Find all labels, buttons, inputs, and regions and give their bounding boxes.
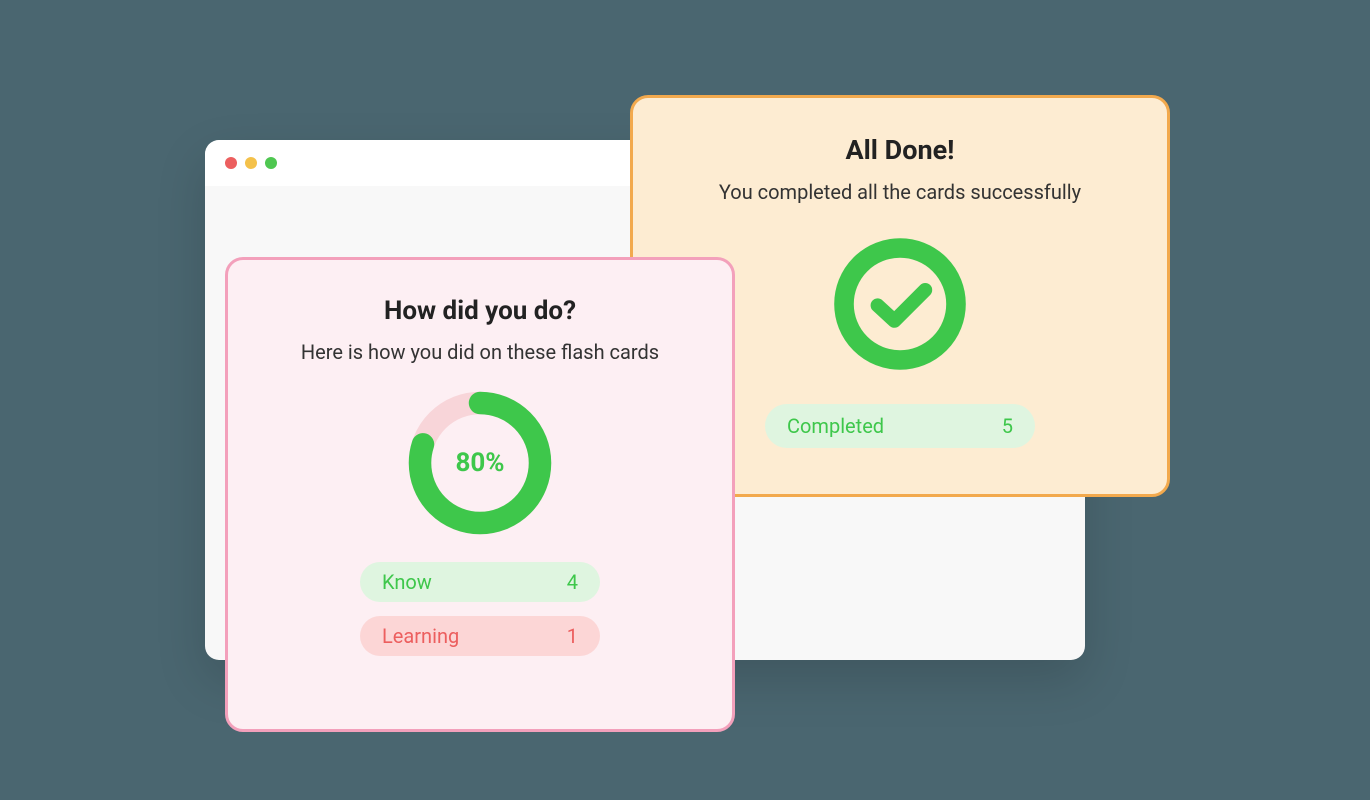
minimize-icon[interactable] (245, 157, 257, 169)
stat-list: Know 4 Learning 1 (360, 562, 600, 656)
close-icon[interactable] (225, 157, 237, 169)
completion-subtitle: You completed all the cards successfully (719, 180, 1081, 204)
progress-donut: 80% (405, 388, 555, 538)
learning-value: 1 (567, 624, 578, 648)
know-value: 4 (567, 570, 578, 594)
learning-label: Learning (382, 624, 459, 648)
completed-value: 5 (1002, 414, 1013, 438)
learning-stat: Learning 1 (360, 616, 600, 656)
results-card: How did you do? Here is how you did on t… (225, 257, 735, 732)
results-subtitle: Here is how you did on these flash cards (301, 340, 659, 364)
know-label: Know (382, 570, 432, 594)
completion-title: All Done! (846, 134, 955, 166)
progress-percent-label: 80% (405, 388, 555, 538)
maximize-icon[interactable] (265, 157, 277, 169)
completed-label: Completed (787, 414, 884, 438)
know-stat: Know 4 (360, 562, 600, 602)
completed-stat: Completed 5 (765, 404, 1035, 448)
results-title: How did you do? (384, 296, 576, 326)
check-circle-icon (830, 234, 970, 374)
